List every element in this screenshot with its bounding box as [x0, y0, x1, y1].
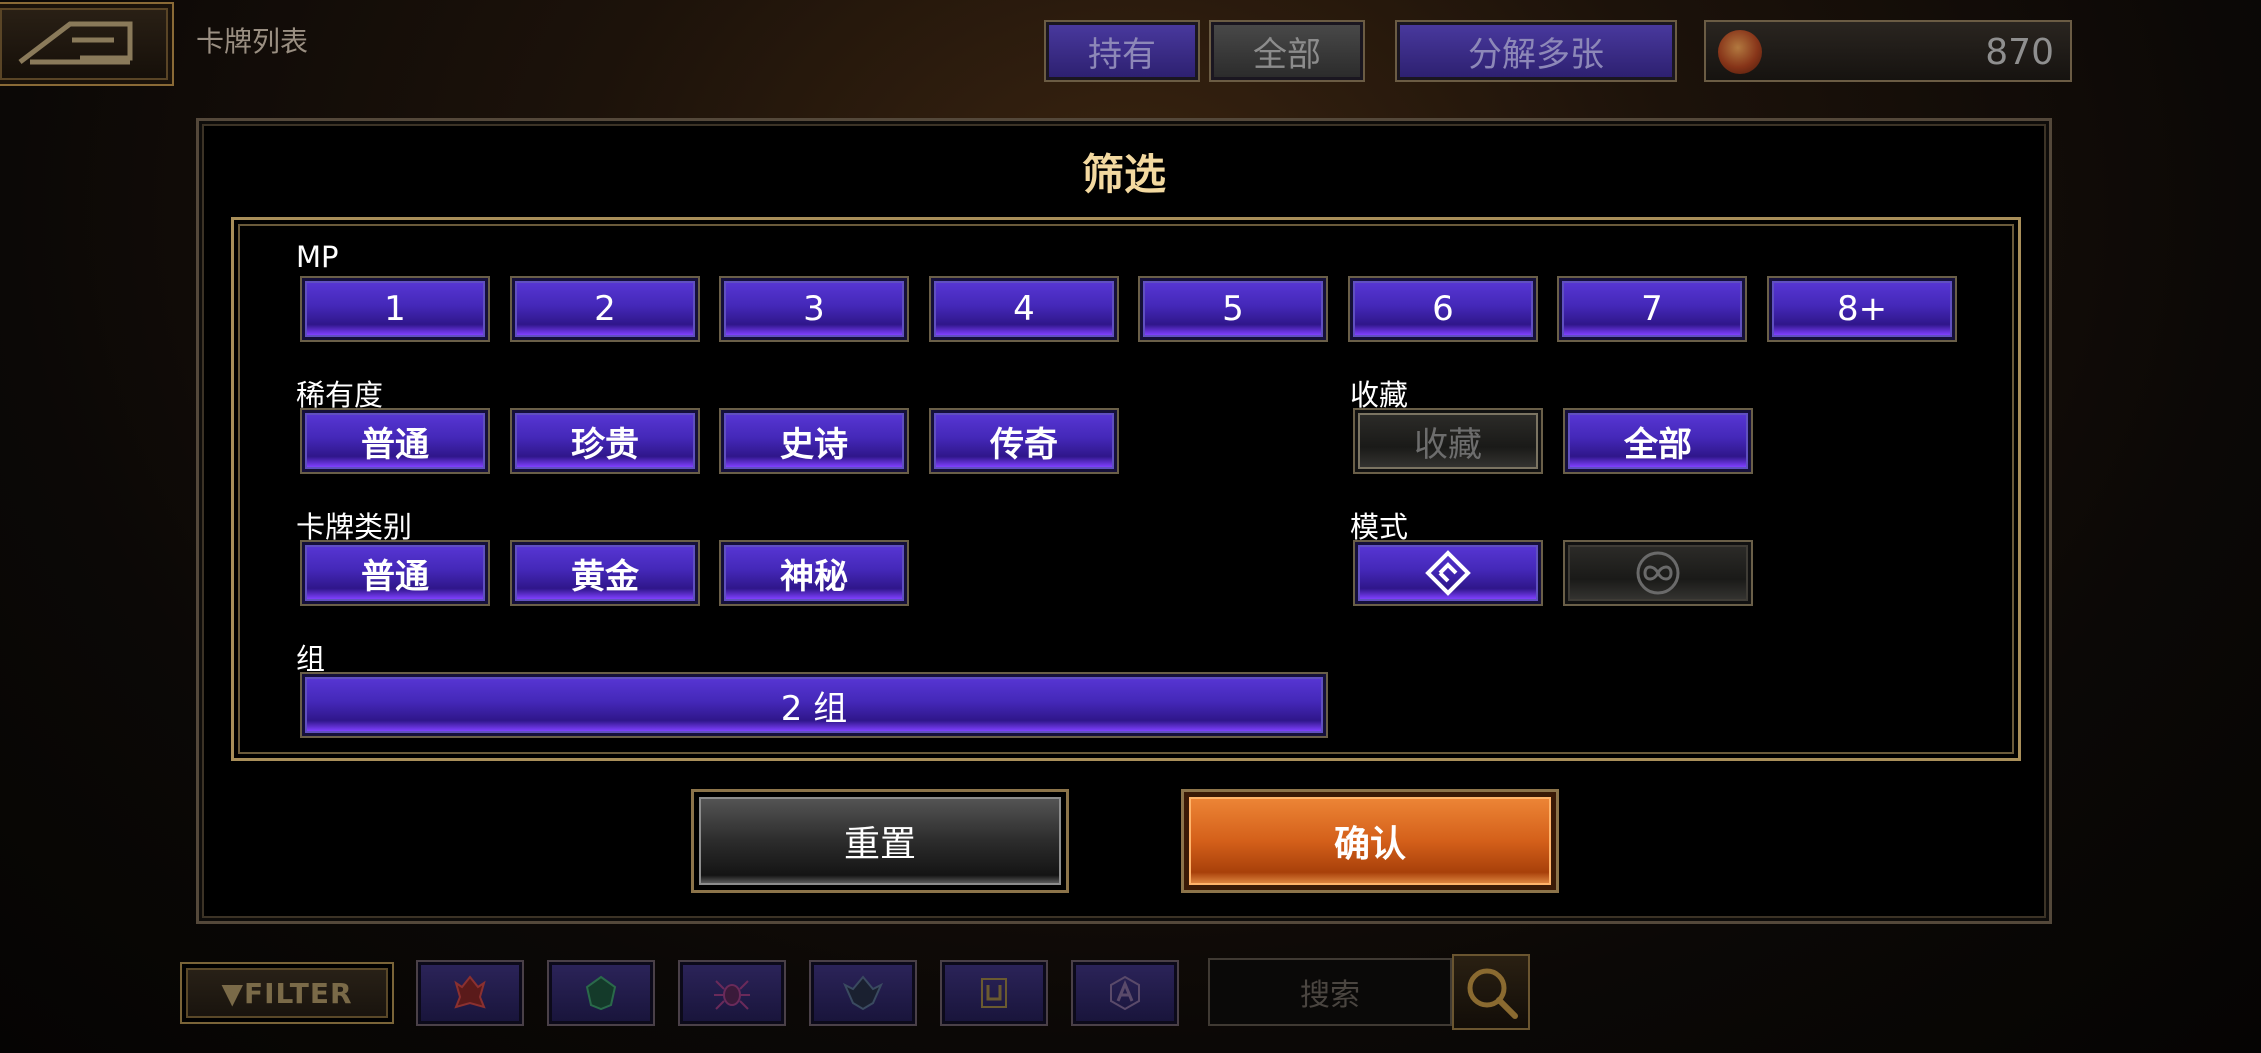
- card-type-normal[interactable]: 普通: [300, 540, 490, 606]
- a-faction-icon: [1110, 975, 1140, 1011]
- decompose-multiple-button[interactable]: 分解多张: [1395, 20, 1677, 82]
- search-button[interactable]: [1452, 954, 1530, 1030]
- tab-owned[interactable]: 持有: [1044, 20, 1200, 82]
- dialog-title: 筛选: [1081, 150, 1166, 199]
- mp-label: MP: [296, 240, 339, 274]
- infinity-mode-icon: [1636, 551, 1680, 595]
- dark-faction-icon: [843, 975, 883, 1011]
- card-type-gold[interactable]: 黄金: [510, 540, 700, 606]
- faction-filter-a[interactable]: [1071, 960, 1179, 1026]
- rarity-rare[interactable]: 珍贵: [510, 408, 700, 474]
- diamond-mode-icon: [1425, 550, 1471, 596]
- game-logo[interactable]: [0, 2, 174, 86]
- mp-option-6[interactable]: 6: [1348, 276, 1538, 342]
- mp-option-5[interactable]: 5: [1138, 276, 1328, 342]
- red-faction-icon: [454, 975, 486, 1009]
- rarity-epic[interactable]: 史诗: [719, 408, 909, 474]
- mp-option-3[interactable]: 3: [719, 276, 909, 342]
- filter-button[interactable]: ▼FILTER: [180, 962, 394, 1024]
- mp-option-8-plus[interactable]: 8+: [1767, 276, 1957, 342]
- faction-filter-dark[interactable]: [809, 960, 917, 1026]
- mp-option-2[interactable]: 2: [510, 276, 700, 342]
- confirm-button[interactable]: 确认: [1181, 789, 1559, 893]
- card-type-mystic[interactable]: 神秘: [719, 540, 909, 606]
- mp-option-4[interactable]: 4: [929, 276, 1119, 342]
- faction-filter-u[interactable]: [940, 960, 1048, 1026]
- mp-option-1[interactable]: 1: [300, 276, 490, 342]
- faction-filter-spider[interactable]: [678, 960, 786, 1026]
- favorites-all-button[interactable]: 全部: [1563, 408, 1753, 474]
- faction-filter-red[interactable]: [416, 960, 524, 1026]
- search-input[interactable]: 搜索: [1208, 958, 1452, 1026]
- logo-emblem-icon: [18, 21, 133, 65]
- group-selector[interactable]: 2 组: [300, 672, 1328, 738]
- tab-all[interactable]: 全部: [1209, 20, 1365, 82]
- page-title: 卡牌列表: [196, 25, 309, 58]
- faction-filter-green[interactable]: [547, 960, 655, 1026]
- rarity-legendary[interactable]: 传奇: [929, 408, 1119, 474]
- favorites-only-button[interactable]: 收藏: [1353, 408, 1543, 474]
- flame-coin-icon: [1718, 30, 1762, 74]
- filter-panel: MP 1 2 3 4 5 6 7 8+ 稀有度 普通 珍贵 史诗 传奇 收藏 收…: [231, 217, 2021, 761]
- currency-display: 870: [1704, 20, 2072, 82]
- green-faction-icon: [585, 975, 617, 1011]
- mp-option-7[interactable]: 7: [1557, 276, 1747, 342]
- spider-faction-icon: [714, 980, 750, 1010]
- u-faction-icon: [981, 978, 1007, 1008]
- search-icon: [1467, 968, 1518, 1019]
- rarity-common[interactable]: 普通: [300, 408, 490, 474]
- mode-infinite-button[interactable]: [1563, 540, 1753, 606]
- reset-button[interactable]: 重置: [691, 789, 1069, 893]
- mode-standard-button[interactable]: [1353, 540, 1543, 606]
- currency-amount: 870: [1985, 32, 2054, 73]
- filter-dialog: 筛选 MP 1 2 3 4 5 6 7 8+ 稀有度 普通 珍贵 史诗 传奇 收…: [196, 118, 2052, 924]
